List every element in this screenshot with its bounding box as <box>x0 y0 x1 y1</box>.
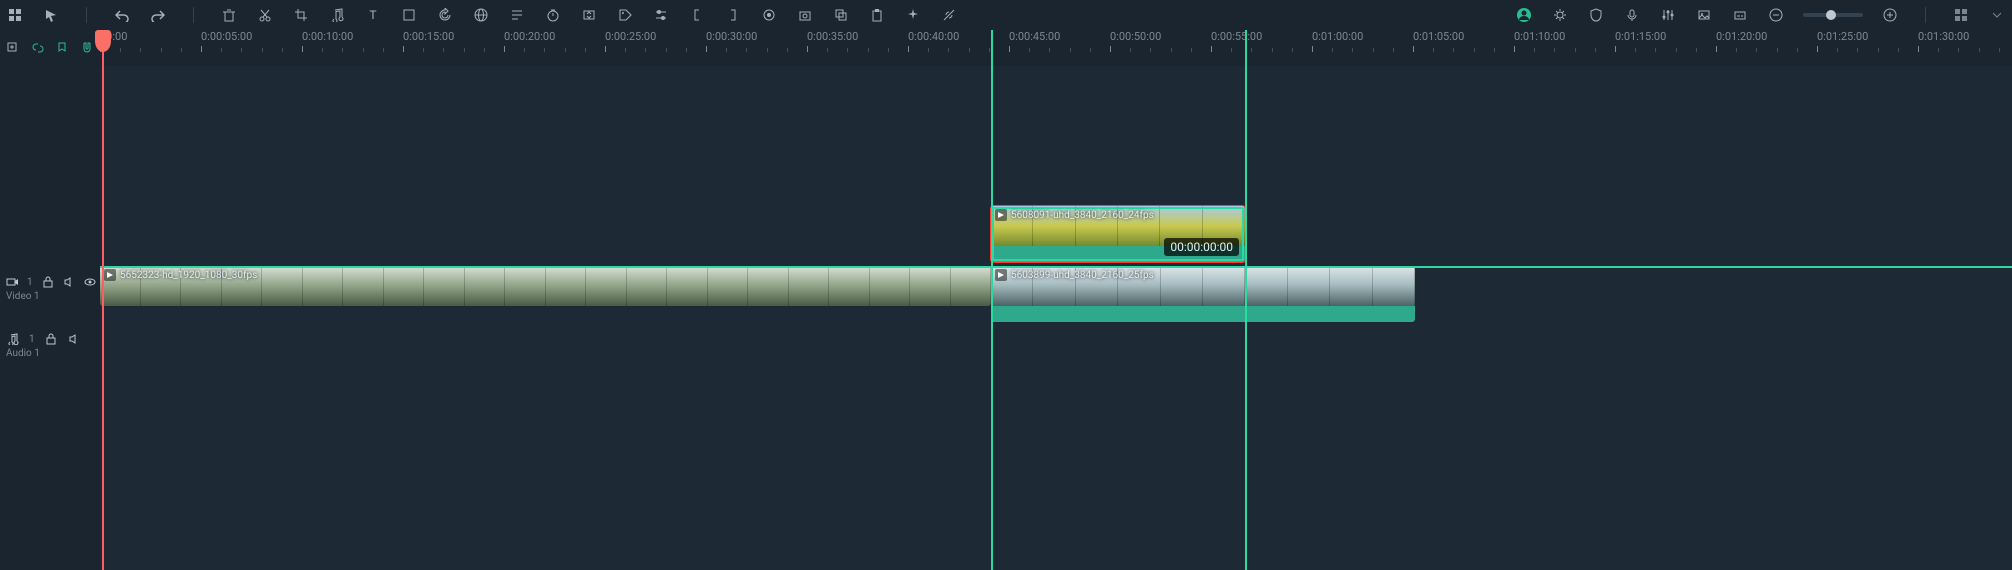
ruler-tick: 0:01:25:00 <box>1817 30 1868 43</box>
ruler-tick: 0:01:15:00 <box>1615 30 1666 43</box>
clip-ocean[interactable]: 5603899-uhd_3840_2160_25fps <box>991 266 1415 322</box>
marker-icon[interactable] <box>55 39 70 57</box>
ruler-tick: 0:00:25:00 <box>605 30 656 43</box>
cut-icon[interactable] <box>256 6 274 24</box>
zoom-in-button[interactable] <box>1881 6 1899 24</box>
avatar-icon[interactable] <box>1515 6 1533 24</box>
audio-track-label: Audio 1 <box>6 348 94 359</box>
ruler-tick: 0:01:00:00 <box>1312 30 1363 43</box>
eye-icon[interactable] <box>84 275 96 289</box>
ruler-tick: 0:00:35:00 <box>807 30 858 43</box>
bracket-left-icon[interactable] <box>688 6 706 24</box>
undo-icon[interactable] <box>113 6 131 24</box>
playhead-handle[interactable] <box>95 30 111 52</box>
zoom-out-button[interactable] <box>1767 6 1785 24</box>
timeline-ruler[interactable]: 00:000:00:05:000:00:10:000:00:15:000:00:… <box>100 30 2002 66</box>
toolbar-left: T <box>6 6 958 24</box>
svg-text:T: T <box>369 8 376 22</box>
mute-icon[interactable] <box>63 275 75 289</box>
zoom-slider[interactable] <box>1803 13 1863 17</box>
world-icon[interactable] <box>472 6 490 24</box>
ruler-tick: 0:00:30:00 <box>706 30 757 43</box>
lock-icon[interactable] <box>44 332 58 346</box>
square-icon[interactable] <box>400 6 418 24</box>
track-header-column: 1 Video 1 1 Audio 1 <box>0 66 100 570</box>
delete-icon[interactable] <box>220 6 238 24</box>
ruler-tick: 0:00:10:00 <box>302 30 353 43</box>
ruler-tick: 0:01:30:00 <box>1918 30 1969 43</box>
grid-icon[interactable] <box>6 6 24 24</box>
ruler-tick: 0:00:15:00 <box>403 30 454 43</box>
add-media-icon[interactable] <box>6 39 21 57</box>
view-mode-dropdown[interactable] <box>1988 6 2006 24</box>
audio-track-header: 1 Audio 1 <box>0 328 100 363</box>
sparkle-icon[interactable] <box>904 6 922 24</box>
music-icon <box>6 332 20 346</box>
mic-icon[interactable] <box>1623 6 1641 24</box>
shield-icon[interactable] <box>1587 6 1605 24</box>
subtitle-icon[interactable] <box>1731 6 1749 24</box>
bracket-right-icon[interactable] <box>724 6 742 24</box>
ruler-tick: 0:00:45:00 <box>1009 30 1060 43</box>
mute-icon[interactable] <box>67 332 81 346</box>
text-icon[interactable]: T <box>364 6 382 24</box>
ruler-tick: 0:01:10:00 <box>1514 30 1565 43</box>
capture-icon[interactable] <box>796 6 814 24</box>
ruler-tick: 0:00:55:00 <box>1211 30 1262 43</box>
magnet-icon[interactable] <box>80 39 95 57</box>
ruler-tick: 0:00:50:00 <box>1110 30 1161 43</box>
lock-icon[interactable] <box>42 275 54 289</box>
track-area[interactable]: 5608091-uhd_3840_2160_24fps 00:00:00:00 … <box>100 66 2002 570</box>
fit-screen-icon[interactable] <box>580 6 598 24</box>
align-icon[interactable] <box>508 6 526 24</box>
rotate-icon[interactable] <box>436 6 454 24</box>
video-track-header: 1 Video 1 <box>0 271 100 306</box>
image-frame-icon[interactable] <box>1695 6 1713 24</box>
grid-view-icon[interactable] <box>1952 6 1970 24</box>
toolbar-right <box>1515 6 2006 24</box>
timeline-body: 1 Video 1 1 Audio 1 5608091-uhd_384 <box>0 66 2012 570</box>
ruler-tick: 0:01:05:00 <box>1413 30 1464 43</box>
ruler-tick: 0:00:05:00 <box>201 30 252 43</box>
music-note-icon[interactable] <box>328 6 346 24</box>
crop-icon[interactable] <box>292 6 310 24</box>
unlink-icon[interactable] <box>940 6 958 24</box>
select-icon[interactable] <box>42 6 60 24</box>
audio-track-number: 1 <box>29 334 35 345</box>
ruler-tick: 0:00:40:00 <box>908 30 959 43</box>
drag-offset-time: 00:00:00:00 <box>1164 238 1239 256</box>
snap-icons <box>0 30 100 66</box>
volume-slider-icon[interactable] <box>652 6 670 24</box>
timer-icon[interactable] <box>544 6 562 24</box>
ruler-tick: 0:00:20:00 <box>504 30 555 43</box>
redo-icon[interactable] <box>149 6 167 24</box>
main-toolbar: T <box>0 0 2012 30</box>
tag-icon[interactable] <box>616 6 634 24</box>
link-icon[interactable] <box>31 39 46 57</box>
copy-icon[interactable] <box>832 6 850 24</box>
ruler-tick: 0:01:20:00 <box>1716 30 1767 43</box>
paste-icon[interactable] <box>868 6 886 24</box>
levels-icon[interactable] <box>1659 6 1677 24</box>
video-track-label: Video 1 <box>6 291 94 302</box>
video-track-number: 1 <box>27 277 33 288</box>
record-icon[interactable] <box>760 6 778 24</box>
playhead[interactable] <box>102 30 104 570</box>
clip-forest[interactable]: 5652323-hd_1920_1080_30fps <box>100 266 991 306</box>
settings-gear-icon[interactable] <box>1551 6 1569 24</box>
camera-icon <box>6 275 18 289</box>
clip-dragging[interactable]: 5608091-uhd_3840_2160_24fps 00:00:00:00 <box>991 206 1245 262</box>
